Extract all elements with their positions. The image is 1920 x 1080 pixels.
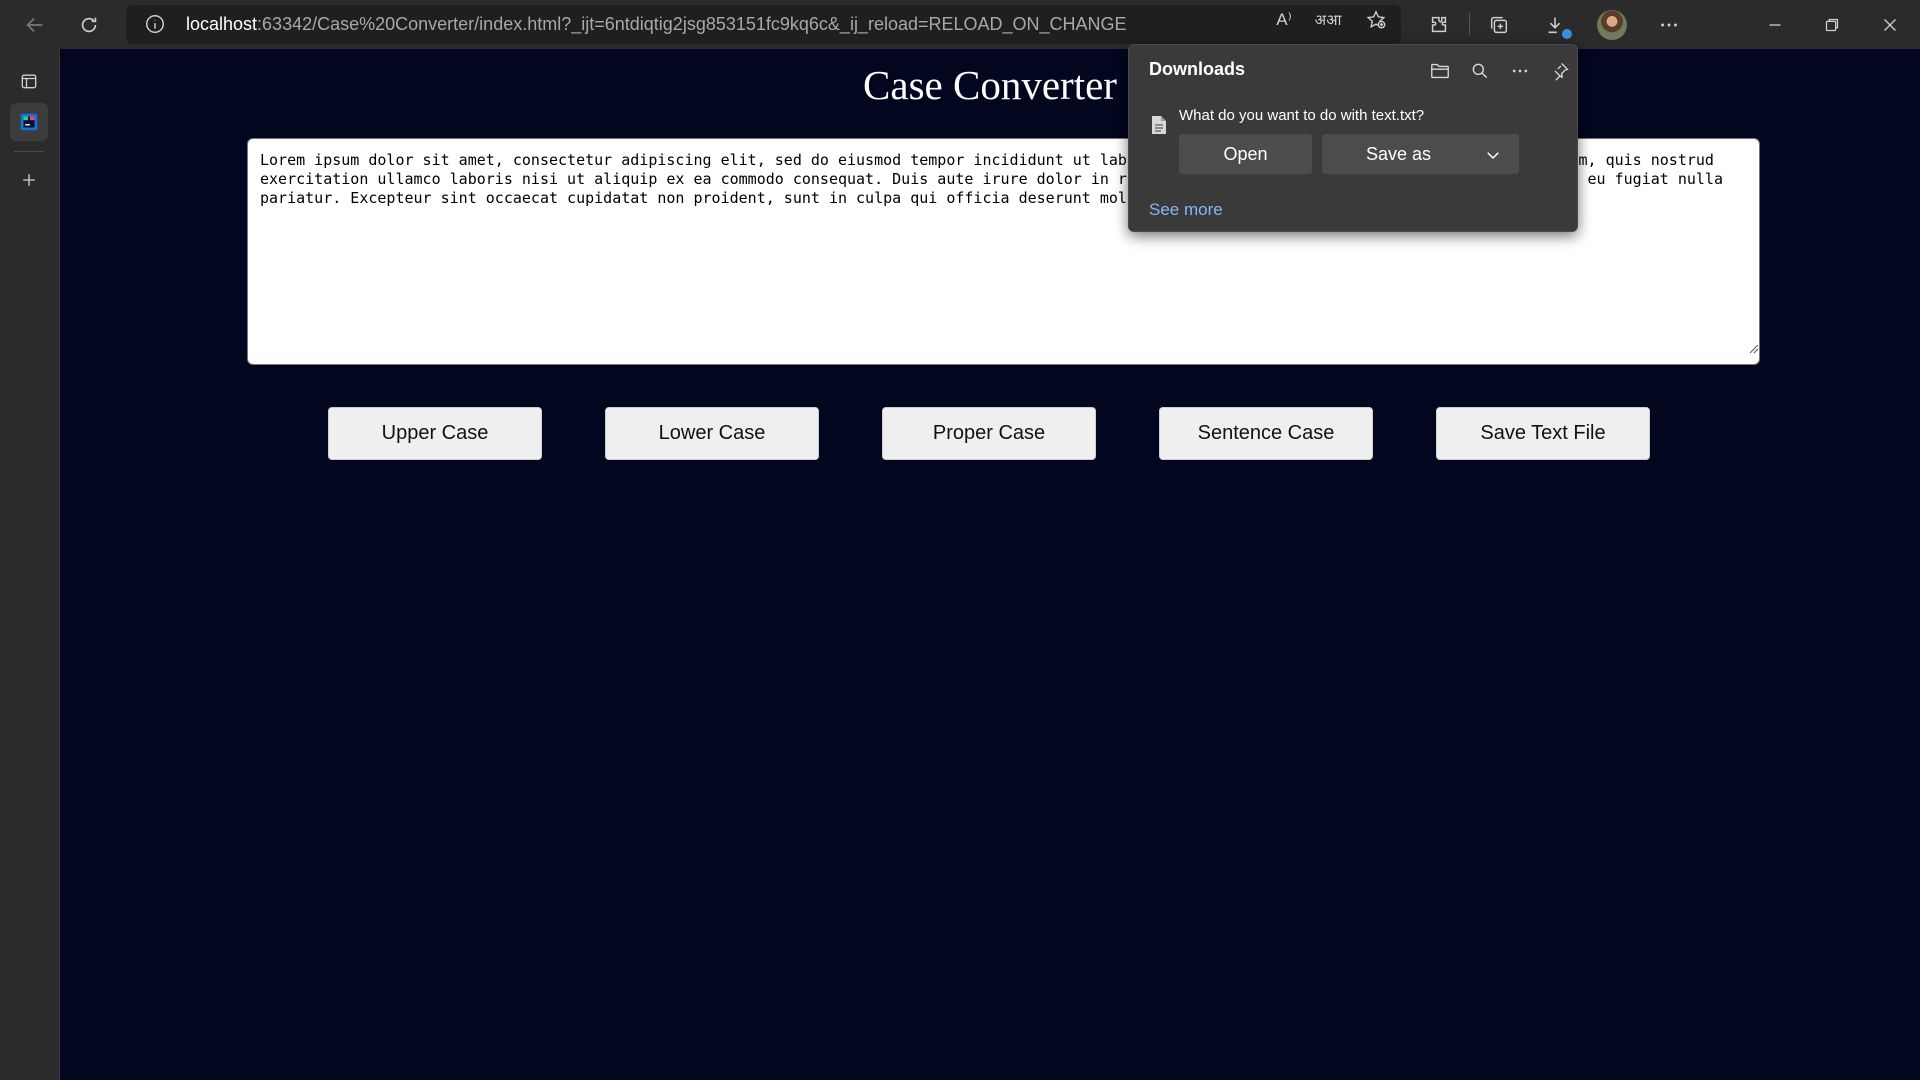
- read-aloud-icon[interactable]: A⁾: [1272, 8, 1296, 32]
- tab-actions-icon[interactable]: [10, 62, 48, 100]
- save-text-file-button[interactable]: Save Text File: [1436, 407, 1650, 460]
- resize-grip-icon[interactable]: [1747, 342, 1759, 354]
- address-bar[interactable]: localhost:63342/Case%20Converter/index.h…: [126, 5, 1401, 44]
- downloads-title: Downloads: [1149, 59, 1246, 79]
- search-downloads-icon[interactable]: [1466, 57, 1494, 85]
- refresh-icon[interactable]: [72, 8, 106, 42]
- open-downloads-folder-icon[interactable]: [1426, 57, 1454, 85]
- page-title: Case Converter: [863, 62, 1117, 108]
- download-prompt-text: What do you want to do with text.txt?: [1179, 107, 1425, 124]
- vertical-tabs-sidebar: [0, 49, 60, 1080]
- proper-case-button[interactable]: Proper Case: [882, 407, 1096, 460]
- save-as-button[interactable]: Save as: [1322, 134, 1519, 174]
- file-icon: [1152, 116, 1166, 134]
- collections-icon[interactable]: [1482, 8, 1516, 42]
- chevron-down-icon[interactable]: [1484, 146, 1502, 164]
- page-content: Case Converter Upper Case Lower Case Pro…: [60, 49, 1920, 1080]
- lower-case-button[interactable]: Lower Case: [605, 407, 819, 460]
- translate-icon[interactable]: अआ: [1315, 8, 1342, 32]
- close-icon[interactable]: [1873, 8, 1907, 42]
- info-icon[interactable]: [144, 13, 166, 35]
- open-file-button[interactable]: Open: [1179, 134, 1312, 174]
- more-options-icon[interactable]: [1652, 8, 1686, 42]
- browser-toolbar: localhost:63342/Case%20Converter/index.h…: [0, 0, 1920, 49]
- tab-case-converter[interactable]: [10, 103, 48, 141]
- downloads-panel: Downloads What do you want to do with te…: [1128, 44, 1578, 232]
- downloads-more-options-icon[interactable]: [1506, 57, 1534, 85]
- upper-case-button[interactable]: Upper Case: [328, 407, 542, 460]
- sidebar-divider: [14, 151, 44, 152]
- save-as-label: Save as: [1366, 144, 1432, 164]
- url-text[interactable]: localhost:63342/Case%20Converter/index.h…: [186, 5, 1127, 44]
- downloads-badge: [1561, 28, 1573, 40]
- pin-icon[interactable]: [1546, 57, 1574, 85]
- profile-avatar[interactable]: [1597, 10, 1627, 40]
- sentence-case-button[interactable]: Sentence Case: [1159, 407, 1373, 460]
- see-more-link[interactable]: See more: [1149, 200, 1223, 220]
- toolbar-separator: [1469, 13, 1470, 35]
- new-tab-icon[interactable]: [10, 161, 48, 199]
- minimize-icon[interactable]: [1758, 8, 1792, 42]
- back-icon[interactable]: [18, 8, 52, 42]
- restore-icon[interactable]: [1815, 8, 1849, 42]
- favorite-add-icon[interactable]: [1364, 8, 1388, 32]
- extensions-icon[interactable]: [1422, 8, 1456, 42]
